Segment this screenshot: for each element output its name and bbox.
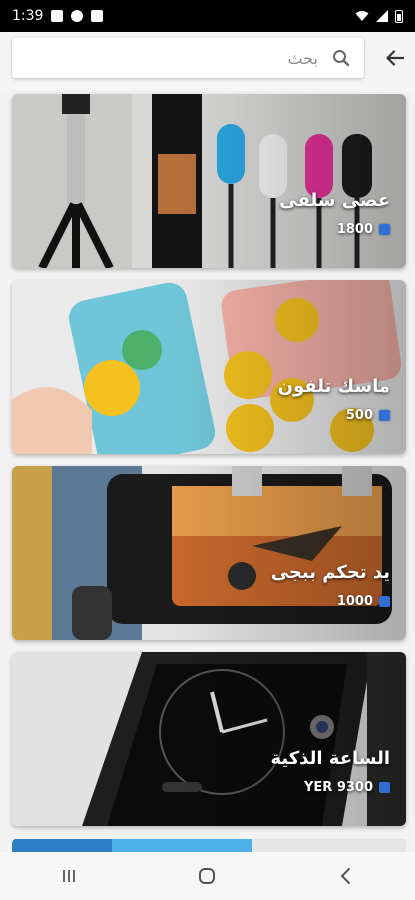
recent-apps-button[interactable]: [49, 856, 89, 896]
price-tag-icon: [379, 410, 390, 421]
product-card[interactable]: يد تحكم ببجى 1000: [12, 466, 406, 640]
wifi-icon: [355, 11, 369, 21]
card-overlay: [12, 466, 406, 640]
product-price-value: 1800: [336, 222, 373, 237]
gallery-notification-icon: [51, 10, 64, 22]
card-overlay: [12, 94, 406, 268]
status-time: 1:39: [12, 8, 44, 24]
search-placeholder: بحث: [287, 48, 319, 68]
top-app-bar: بحث: [0, 32, 415, 90]
product-card-partial[interactable]: [12, 838, 406, 852]
product-price: 1000: [337, 594, 390, 609]
product-title: ماسك تلفون: [277, 376, 390, 397]
search-input[interactable]: بحث: [12, 38, 364, 78]
back-chevron-icon: [340, 868, 350, 884]
recent-apps-icon: [63, 870, 76, 882]
arrow-left-icon: [386, 50, 404, 66]
product-card[interactable]: ماسك تلفون 500: [12, 280, 406, 454]
price-tag-icon: [379, 596, 390, 607]
product-price-value: 500: [345, 408, 373, 423]
status-right: [355, 9, 403, 23]
product-image-partial: [12, 839, 406, 852]
price-tag-icon: [379, 224, 390, 235]
card-overlay: [12, 652, 406, 826]
product-card[interactable]: الساعة الذكية YER 9300: [12, 652, 406, 826]
status-bar: 1:39: [0, 0, 415, 32]
status-left: 1:39: [12, 8, 104, 24]
product-price: 500: [346, 408, 390, 423]
product-price-value: 1000: [336, 594, 373, 609]
product-title: عصى سلفى: [279, 190, 390, 211]
product-price-value: YER 9300: [303, 780, 373, 795]
home-icon: [199, 868, 216, 884]
product-card[interactable]: عصى سلفى 1800: [12, 94, 406, 268]
card-overlay: [12, 280, 406, 454]
product-price: YER 9300: [304, 780, 390, 795]
search-icon[interactable]: [332, 49, 350, 67]
back-arrow-button[interactable]: [383, 46, 407, 70]
app-notification-icon: [71, 10, 84, 22]
battery-icon: [395, 9, 403, 23]
home-button[interactable]: [187, 856, 227, 896]
price-tag-icon: [379, 782, 390, 793]
message-notification-icon: [91, 10, 104, 22]
product-price: 1800: [337, 222, 390, 237]
signal-icon: [376, 10, 388, 22]
back-button[interactable]: [326, 856, 366, 896]
product-title: يد تحكم ببجى: [270, 562, 390, 583]
product-title: الساعة الذكية: [270, 748, 390, 769]
system-navigation-bar: [0, 852, 415, 900]
